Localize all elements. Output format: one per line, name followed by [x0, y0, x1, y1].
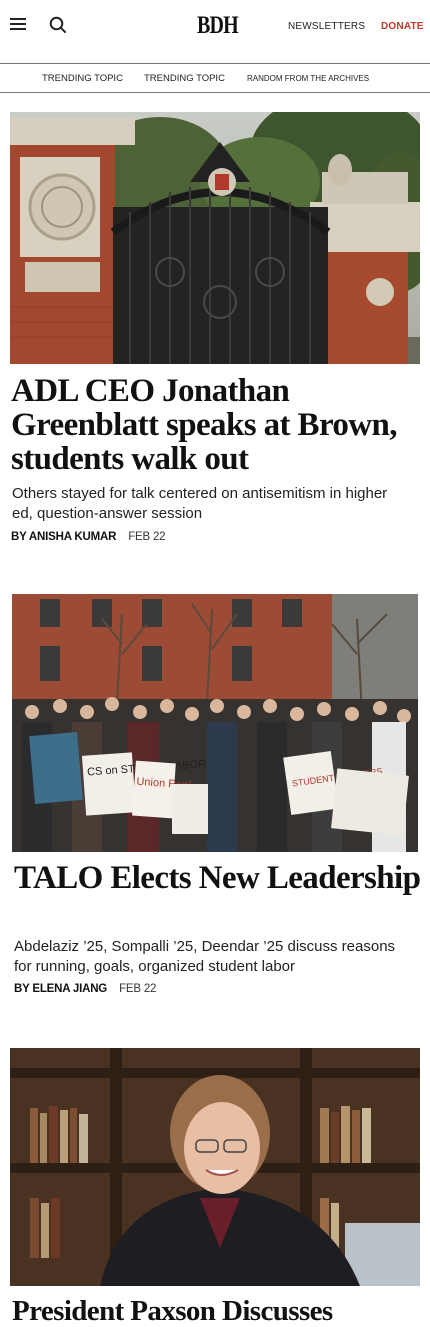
author-link[interactable]: BY ELENA JIANG — [14, 983, 107, 995]
article-byline: BY ELENA JIANG FEB 22 — [14, 983, 156, 995]
trending-topic-link[interactable]: TRENDING TOPIC — [144, 73, 225, 84]
site-header: BDH NEWSLETTERS DONATE — [0, 0, 430, 62]
article-headline[interactable]: President Paxson Discusses — [12, 1295, 427, 1327]
article-headline[interactable]: TALO Elects New Leadership — [14, 861, 424, 896]
article-headline[interactable]: ADL CEO Jonathan Greenblatt speaks at Br… — [11, 374, 426, 476]
article-image-brown-gates[interactable] — [10, 112, 420, 364]
article-dek: Abdelaziz ’25, Sompalli ’25, Deendar ’25… — [14, 938, 396, 975]
article-image-paxson-portrait[interactable] — [10, 1048, 420, 1286]
trending-topic-link[interactable]: TRENDING TOPIC — [42, 73, 123, 84]
hamburger-menu-icon[interactable] — [10, 18, 28, 32]
donate-link[interactable]: DONATE — [381, 21, 424, 32]
article-dek: Others stayed for talk centered on antis… — [12, 485, 388, 522]
article-image-talo-rally[interactable]: CS on STUDEN LABOR Union Rep! STUDENT WO… — [12, 594, 418, 852]
trending-bar: TRENDING TOPIC TRENDING TOPIC RANDOM FRO… — [0, 63, 430, 93]
search-icon[interactable] — [48, 15, 68, 35]
site-logo[interactable]: BDH — [197, 12, 239, 40]
article-date: FEB 22 — [128, 531, 166, 543]
author-link[interactable]: BY ANISHA KUMAR — [11, 531, 116, 543]
article-date: FEB 22 — [119, 983, 157, 995]
article-byline: BY ANISHA KUMAR FEB 22 — [11, 531, 166, 543]
newsletters-link[interactable]: NEWSLETTERS — [288, 21, 365, 32]
random-archives-link[interactable]: RANDOM FROM THE ARCHIVES — [247, 74, 369, 83]
